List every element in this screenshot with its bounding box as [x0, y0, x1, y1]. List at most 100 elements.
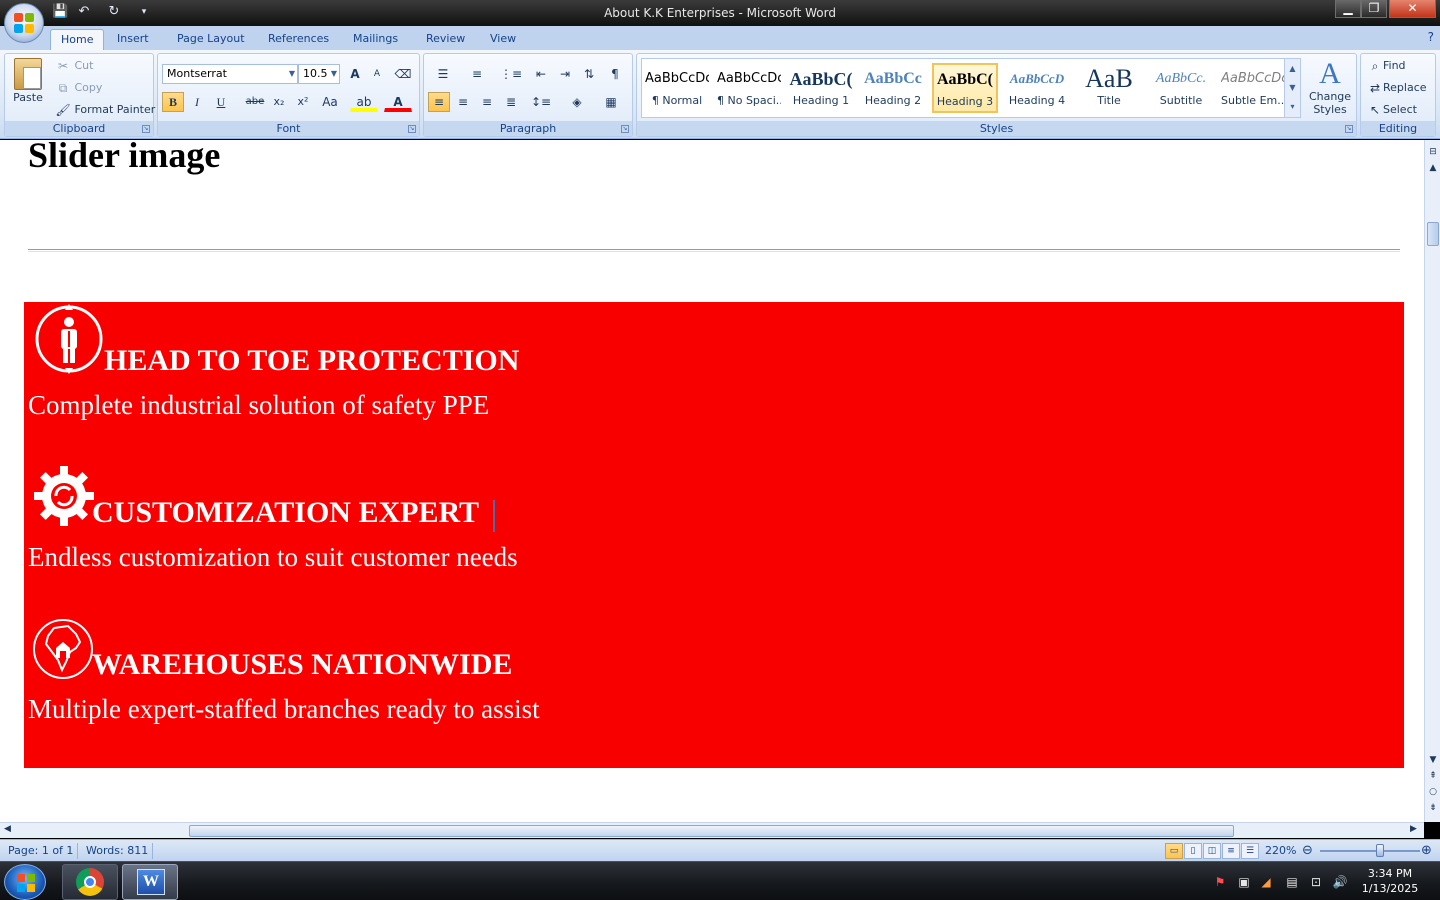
- network-icon[interactable]: ⊡: [1308, 874, 1324, 890]
- show-marks-icon[interactable]: ¶: [604, 64, 626, 84]
- change-styles-button[interactable]: A Change Styles: [1307, 58, 1353, 117]
- horizontal-scrollbar[interactable]: ◀ ▶: [0, 822, 1424, 838]
- gallery-scroll[interactable]: ▲ ▼ ▾: [1284, 59, 1300, 117]
- align-right-icon[interactable]: ≡: [476, 92, 498, 112]
- status-bar: Page: 1 of 1 Words: 811 ▭ ▯ ◫ ≡ ☰ 220% ⊖…: [0, 839, 1440, 861]
- style-subtle-emphasis[interactable]: AaBbCcDc Subtle Em...: [1220, 63, 1286, 113]
- document-area[interactable]: Slider image HEAD TO TOE PROTECTION Comp…: [0, 140, 1424, 822]
- zoom-in-icon[interactable]: ⊕: [1421, 843, 1432, 859]
- tab-mailings[interactable]: Mailings: [343, 29, 408, 50]
- style-title[interactable]: AaB Title: [1076, 63, 1142, 113]
- next-page-icon[interactable]: ⇟: [1427, 802, 1439, 814]
- font-size-combo[interactable]: 10.5 ▼: [298, 64, 340, 84]
- shading-icon[interactable]: ◈: [562, 92, 592, 112]
- volume-icon[interactable]: 🔊: [1332, 874, 1348, 890]
- copy-button[interactable]: ⧉ Copy: [55, 80, 103, 96]
- style-heading-4[interactable]: AaBbCcD Heading 4: [1004, 63, 1070, 113]
- numbering-icon[interactable]: ≡: [462, 64, 492, 84]
- subscript-button[interactable]: x₂: [268, 92, 290, 112]
- sort-icon[interactable]: ⇅: [578, 64, 600, 84]
- grow-font-button[interactable]: A: [344, 64, 366, 84]
- start-button[interactable]: [4, 864, 46, 900]
- bullets-icon[interactable]: ☰: [428, 64, 458, 84]
- taskbar-chrome[interactable]: [62, 864, 118, 900]
- find-button[interactable]: ⌕ Find: [1367, 58, 1406, 74]
- clipboard-launcher-icon[interactable]: ↘: [142, 125, 150, 133]
- font-family-combo[interactable]: Montserrat ▼: [162, 64, 298, 84]
- help-icon[interactable]: ?: [1428, 30, 1434, 44]
- highlight-button[interactable]: ab: [350, 92, 378, 112]
- tray-app-icon[interactable]: ▣: [1236, 874, 1252, 890]
- scroll-up-icon[interactable]: ▲: [1427, 162, 1439, 174]
- zoom-out-icon[interactable]: ⊖: [1302, 843, 1313, 859]
- strikethrough-button[interactable]: abe: [244, 92, 266, 112]
- style-no-spacing[interactable]: AaBbCcDc ¶ No Spaci...: [716, 63, 782, 113]
- zoom-slider-knob[interactable]: [1376, 844, 1384, 857]
- tray-chart-icon[interactable]: ▤: [1284, 874, 1300, 890]
- action-center-flag-icon[interactable]: ⚑: [1212, 874, 1228, 890]
- italic-button[interactable]: I: [186, 92, 208, 112]
- tab-view[interactable]: View: [480, 29, 526, 50]
- tab-page-layout[interactable]: Page Layout: [167, 29, 255, 50]
- paste-label: Paste: [13, 91, 43, 104]
- multilevel-list-icon[interactable]: ⋮≡: [496, 64, 526, 84]
- tab-review[interactable]: Review: [416, 29, 475, 50]
- justify-icon[interactable]: ≣: [500, 92, 522, 112]
- vertical-scrollbar[interactable]: ⊟ ▲ ▼ ⇞ ○ ⇟: [1424, 140, 1440, 822]
- horizontal-scroll-thumb[interactable]: [189, 825, 1234, 837]
- zoom-level[interactable]: 220%: [1265, 843, 1296, 859]
- paragraph-launcher-icon[interactable]: ↘: [621, 125, 629, 133]
- style-heading-2[interactable]: AaBbCc Heading 2: [860, 63, 926, 113]
- browse-object-icon[interactable]: ○: [1427, 786, 1439, 798]
- increase-indent-icon[interactable]: ⇥: [554, 64, 576, 84]
- style-heading-1[interactable]: AaBbC( Heading 1: [788, 63, 854, 113]
- close-button[interactable]: ✕: [1389, 0, 1436, 18]
- shrink-font-button[interactable]: A: [366, 64, 388, 84]
- cut-button[interactable]: ✂ Cut: [55, 58, 94, 74]
- align-center-icon[interactable]: ≡: [452, 92, 474, 112]
- web-layout-icon[interactable]: ◫: [1203, 843, 1221, 859]
- clock[interactable]: 3:34 PM 1/13/2025: [1352, 866, 1428, 896]
- replace-button[interactable]: ⇄ Replace: [1367, 80, 1427, 96]
- bold-button[interactable]: B: [162, 92, 184, 112]
- align-left-icon[interactable]: ≡: [428, 92, 450, 112]
- style-heading-3[interactable]: AaBbC( Heading 3: [932, 63, 998, 113]
- change-case-button[interactable]: Aa: [316, 92, 344, 112]
- superscript-button[interactable]: x²: [292, 92, 314, 112]
- previous-page-icon[interactable]: ⇞: [1427, 770, 1439, 782]
- scroll-right-icon[interactable]: ▶: [1410, 824, 1417, 834]
- select-button[interactable]: ↖ Select: [1367, 102, 1417, 118]
- format-painter-button[interactable]: 🖌 Format Painter: [55, 102, 155, 118]
- decrease-indent-icon[interactable]: ⇤: [530, 64, 552, 84]
- borders-icon[interactable]: ▦: [596, 92, 626, 112]
- ruler-toggle-icon[interactable]: ⊟: [1427, 146, 1439, 158]
- zoom-slider-track[interactable]: [1320, 850, 1420, 852]
- taskbar-word[interactable]: W: [122, 864, 178, 900]
- tray-warning-icon[interactable]: ◢: [1258, 874, 1274, 890]
- font-color-button[interactable]: A: [384, 92, 412, 112]
- maximize-button[interactable]: ❐: [1361, 0, 1387, 18]
- vertical-scroll-thumb[interactable]: [1427, 222, 1439, 246]
- full-screen-reading-icon[interactable]: ▯: [1184, 843, 1202, 859]
- outline-icon[interactable]: ≡: [1222, 843, 1240, 859]
- font-launcher-icon[interactable]: ↘: [408, 125, 416, 133]
- word-count[interactable]: Words: 811: [86, 843, 148, 859]
- line-spacing-icon[interactable]: ↕≡: [526, 92, 556, 112]
- print-layout-icon[interactable]: ▭: [1165, 843, 1183, 859]
- tab-home[interactable]: Home: [50, 29, 105, 50]
- underline-button[interactable]: U: [210, 92, 232, 112]
- draft-icon[interactable]: ☰: [1241, 843, 1259, 859]
- clear-formatting-icon[interactable]: ⌫: [392, 64, 414, 84]
- page-count[interactable]: Page: 1 of 1: [8, 843, 73, 859]
- style-normal[interactable]: AaBbCcDc ¶ Normal: [644, 63, 710, 113]
- scroll-left-icon[interactable]: ◀: [4, 824, 11, 834]
- tab-insert[interactable]: Insert: [107, 29, 159, 50]
- styles-launcher-icon[interactable]: ↘: [1345, 125, 1353, 133]
- style-subtitle[interactable]: AaBbCc. Subtitle: [1148, 63, 1214, 113]
- paste-button[interactable]: Paste: [11, 58, 45, 118]
- scroll-down-icon[interactable]: ▼: [1427, 754, 1439, 766]
- tab-references[interactable]: References: [258, 29, 339, 50]
- minimize-button[interactable]: ▁: [1335, 0, 1361, 18]
- clock-time: 3:34 PM: [1367, 867, 1413, 880]
- office-button[interactable]: [4, 3, 44, 43]
